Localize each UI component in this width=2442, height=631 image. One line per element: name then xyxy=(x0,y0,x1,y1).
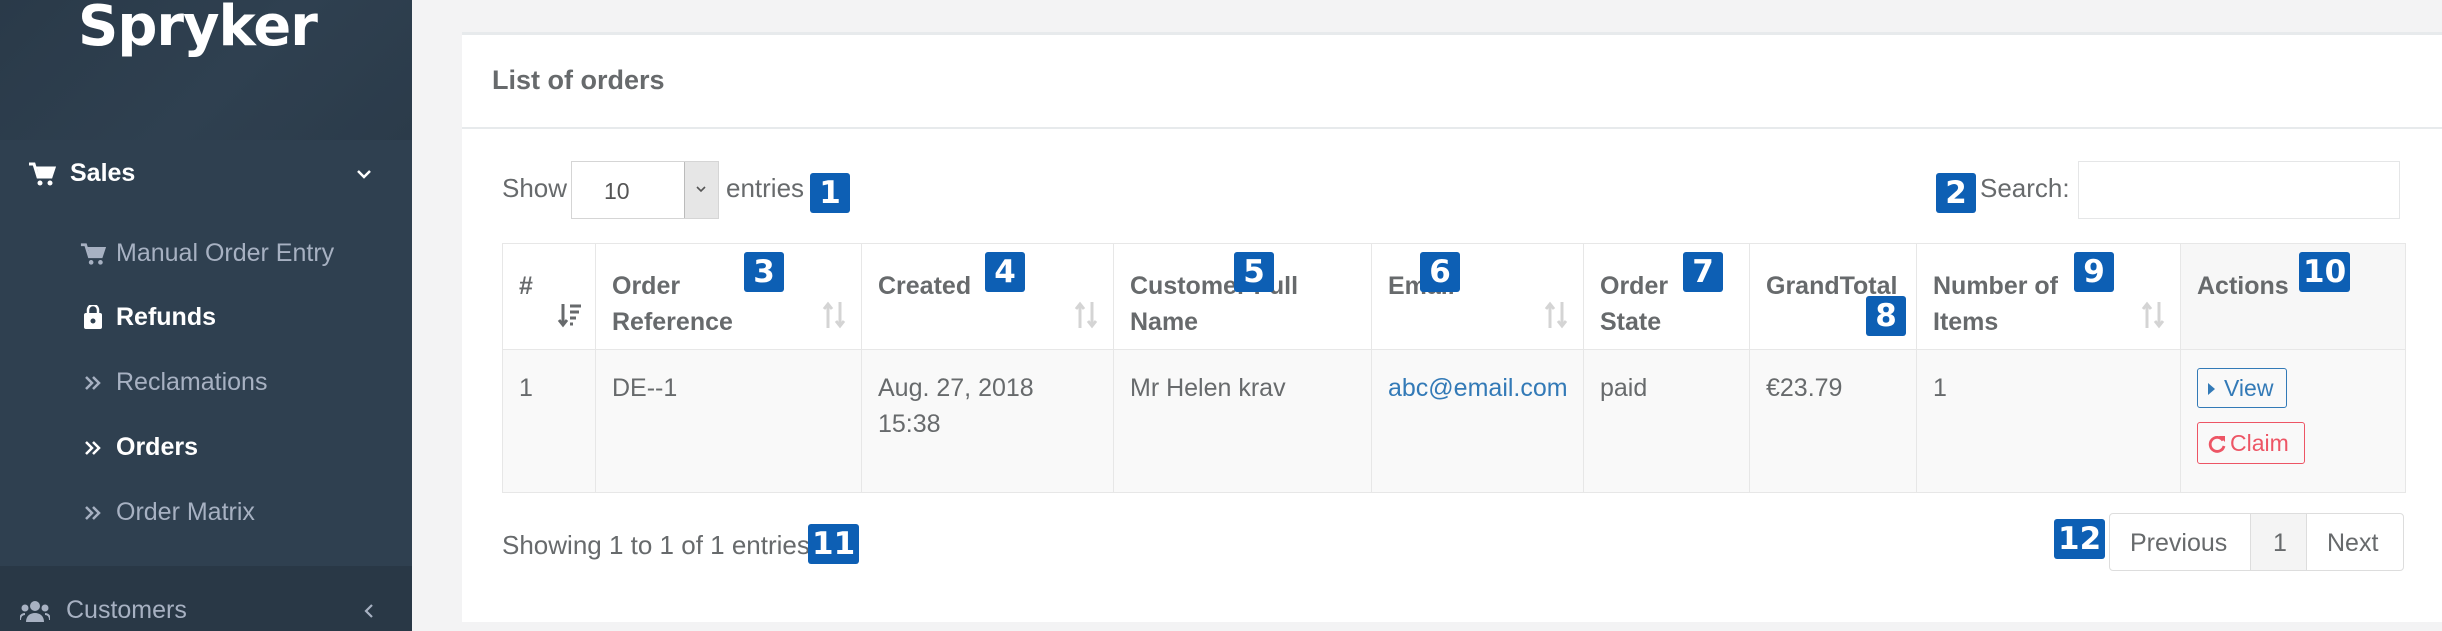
cell-email: abc@email.com xyxy=(1372,350,1584,492)
cell-number: 1 xyxy=(503,350,596,492)
cell-order-state: paid xyxy=(1584,350,1750,492)
annotation-badge: 8 xyxy=(1866,296,1906,336)
sidebar-item-label: Manual Order Entry xyxy=(116,239,335,267)
sort-desc-icon xyxy=(557,304,581,328)
page-size-select[interactable]: 10 xyxy=(571,161,719,219)
cell-created: Aug. 27, 2018 15:38 xyxy=(862,350,1114,492)
caret-right-icon xyxy=(2208,383,2215,395)
sidebar-item-label: Reclamations xyxy=(116,368,268,396)
annotation-badge: 10 xyxy=(2299,252,2351,292)
sort-icon xyxy=(2141,301,2165,329)
pagination: Previous 1 Next xyxy=(2109,513,2404,571)
next-page-button[interactable]: Next xyxy=(2306,513,2404,571)
column-header-number-of-items[interactable]: Number of Items xyxy=(1917,244,2181,350)
table-row: 1 DE--1 Aug. 27, 2018 15:38 Mr Helen krav… xyxy=(503,350,2405,492)
sidebar-item-label: Sales xyxy=(70,159,136,187)
sidebar-item-reclamations[interactable]: Reclamations xyxy=(0,357,412,409)
sidebar-item-customers[interactable]: Customers xyxy=(0,566,412,631)
page-button-1[interactable]: 1 xyxy=(2250,513,2307,571)
sidebar-item-refunds[interactable]: Refunds xyxy=(0,292,412,344)
double-angle-right-icon xyxy=(85,376,101,390)
chevron-left-icon xyxy=(364,604,373,618)
refresh-icon xyxy=(2208,436,2226,453)
claim-button[interactable]: Claim xyxy=(2197,422,2305,464)
annotation-badge: 4 xyxy=(985,252,1025,292)
annotation-badge: 1 xyxy=(810,173,850,213)
column-header-label: Actions xyxy=(2197,272,2289,300)
annotation-badge: 11 xyxy=(808,524,860,564)
chevron-down-icon xyxy=(696,186,706,193)
chevron-down-icon xyxy=(357,170,371,179)
annotation-badge: 12 xyxy=(2054,519,2106,559)
column-header-number[interactable]: # xyxy=(503,244,596,350)
email-link[interactable]: abc@email.com xyxy=(1388,370,1568,406)
select-dropdown-button[interactable] xyxy=(684,162,718,218)
divider xyxy=(462,127,2442,129)
sort-icon xyxy=(822,301,846,329)
sidebar-item-manual-order-entry[interactable]: Manual Order Entry xyxy=(0,228,412,280)
column-header-order-state[interactable]: Order State xyxy=(1584,244,1750,350)
sort-icon xyxy=(1544,301,1568,329)
double-angle-right-icon xyxy=(85,506,101,520)
brand-logo[interactable]: Spryker xyxy=(78,0,318,59)
cart-icon xyxy=(29,162,56,186)
double-angle-right-icon xyxy=(85,441,101,455)
cell-customer-name: Mr Helen krav xyxy=(1114,350,1372,492)
column-header-label: Order Reference xyxy=(612,272,733,336)
annotation-badge: 7 xyxy=(1683,252,1723,292)
column-header-email[interactable]: Email xyxy=(1372,244,1584,350)
cell-actions: View Claim xyxy=(2181,350,2405,492)
cell-order-reference: DE--1 xyxy=(596,350,862,492)
column-header-label: # xyxy=(519,272,533,300)
annotation-badge: 5 xyxy=(1234,252,1274,292)
annotation-badge: 3 xyxy=(744,252,784,292)
search-label: Search: xyxy=(1980,173,2070,203)
panel-title: List of orders xyxy=(492,65,665,95)
show-label: Show xyxy=(502,173,568,203)
sidebar-item-orders[interactable]: Orders xyxy=(0,422,412,474)
annotation-badge: 2 xyxy=(1936,173,1976,213)
page-size-value: 10 xyxy=(604,178,630,204)
table-info: Showing 1 to 1 of 1 entries xyxy=(502,530,810,560)
sidebar-item-label: Customers xyxy=(66,596,187,624)
column-header-label: Number of Items xyxy=(1933,272,2058,336)
sidebar: Spryker Sales Manual Order Entry Refunds xyxy=(0,0,412,631)
sidebar-item-sales[interactable]: Sales xyxy=(0,148,412,200)
annotation-badge: 6 xyxy=(1420,252,1460,292)
previous-page-button[interactable]: Previous xyxy=(2109,513,2251,571)
column-header-order-reference[interactable]: Order Reference xyxy=(596,244,862,350)
sidebar-item-order-matrix[interactable]: Order Matrix xyxy=(0,487,412,539)
sidebar-item-label: Order Matrix xyxy=(116,498,255,526)
orders-panel: List of orders Show 10 entries 1 2 Searc… xyxy=(462,32,2442,622)
column-header-label: Order State xyxy=(1600,272,1669,336)
cell-number-of-items: 1 xyxy=(1917,350,2181,492)
annotation-badge: 9 xyxy=(2074,252,2114,292)
column-header-label: Created xyxy=(878,272,972,300)
sidebar-item-label: Orders xyxy=(116,433,198,461)
search-input[interactable] xyxy=(2078,161,2400,219)
entries-label: entries xyxy=(726,173,805,203)
cart-icon xyxy=(80,243,106,265)
users-icon xyxy=(20,601,50,622)
view-button[interactable]: View xyxy=(2197,368,2287,408)
bank-icon xyxy=(84,305,102,329)
cell-grandtotal: €23.79 xyxy=(1750,350,1917,492)
sidebar-item-label: Refunds xyxy=(116,303,216,331)
column-header-actions: Actions xyxy=(2181,244,2405,350)
sort-icon xyxy=(1074,301,1098,329)
